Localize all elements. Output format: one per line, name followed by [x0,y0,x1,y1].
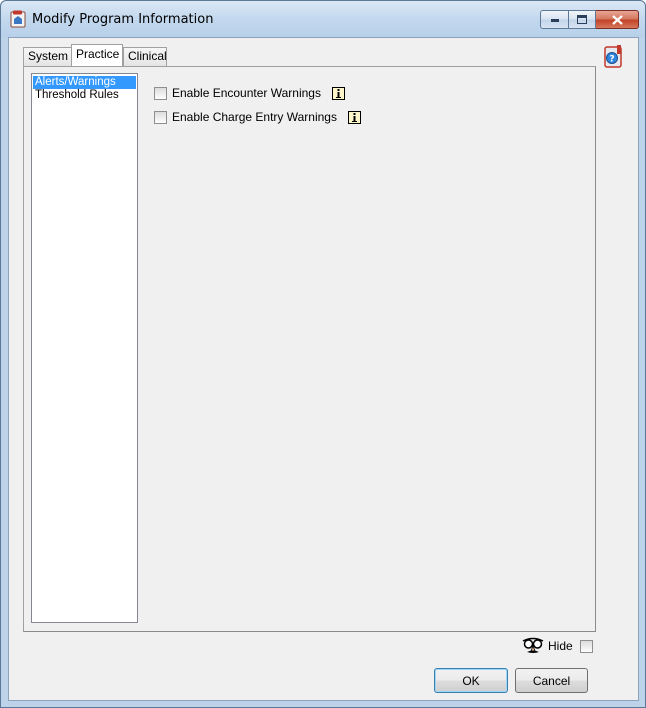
tab-system[interactable]: System [23,47,72,66]
practice-tab-panel: Alerts/Warnings Threshold Rules Enable E… [23,66,596,632]
svg-text:?: ? [609,55,614,65]
encounter-warnings-label[interactable]: Enable Encounter Warnings [172,86,321,100]
title-bar[interactable]: Modify Program Information [1,1,645,37]
help-book-icon[interactable]: ? [600,44,626,70]
encounter-warnings-info-icon[interactable] [331,86,345,100]
charge-entry-warnings-checkbox[interactable] [154,110,167,124]
disguise-glasses-icon [522,637,544,653]
tab-clinical[interactable]: Clinical [123,47,167,66]
charge-entry-warnings-row: Enable Charge Entry Warnings [154,109,361,125]
maximize-button[interactable] [569,10,596,29]
encounter-warnings-row: Enable Encounter Warnings [154,85,345,101]
tab-practice[interactable]: Practice [71,44,123,66]
hide-checkbox[interactable] [579,639,593,653]
maximize-icon [577,15,587,24]
close-icon [611,14,623,25]
hide-option-row: Hide [521,636,593,656]
encounter-warnings-checkbox[interactable] [154,86,167,100]
minimize-button[interactable] [540,10,569,29]
list-item-threshold-rules[interactable]: Threshold Rules [33,89,136,102]
dialog-window: Modify Program Information System Practi… [0,0,646,708]
charge-entry-warnings-label[interactable]: Enable Charge Entry Warnings [172,110,337,124]
charge-entry-warnings-info-icon[interactable] [347,110,361,124]
list-item-alerts-warnings[interactable]: Alerts/Warnings [33,76,136,89]
close-button[interactable] [596,10,639,29]
ok-button[interactable]: OK [434,668,508,693]
dialog-client-area: System Practice Clinical ? Alerts/Warnin… [8,37,639,701]
window-title: Modify Program Information [32,12,214,27]
app-icon [10,10,26,28]
minimize-icon [550,18,559,22]
hide-label[interactable]: Hide [548,639,573,653]
cancel-button[interactable]: Cancel [515,668,588,693]
settings-category-list[interactable]: Alerts/Warnings Threshold Rules [31,73,138,623]
